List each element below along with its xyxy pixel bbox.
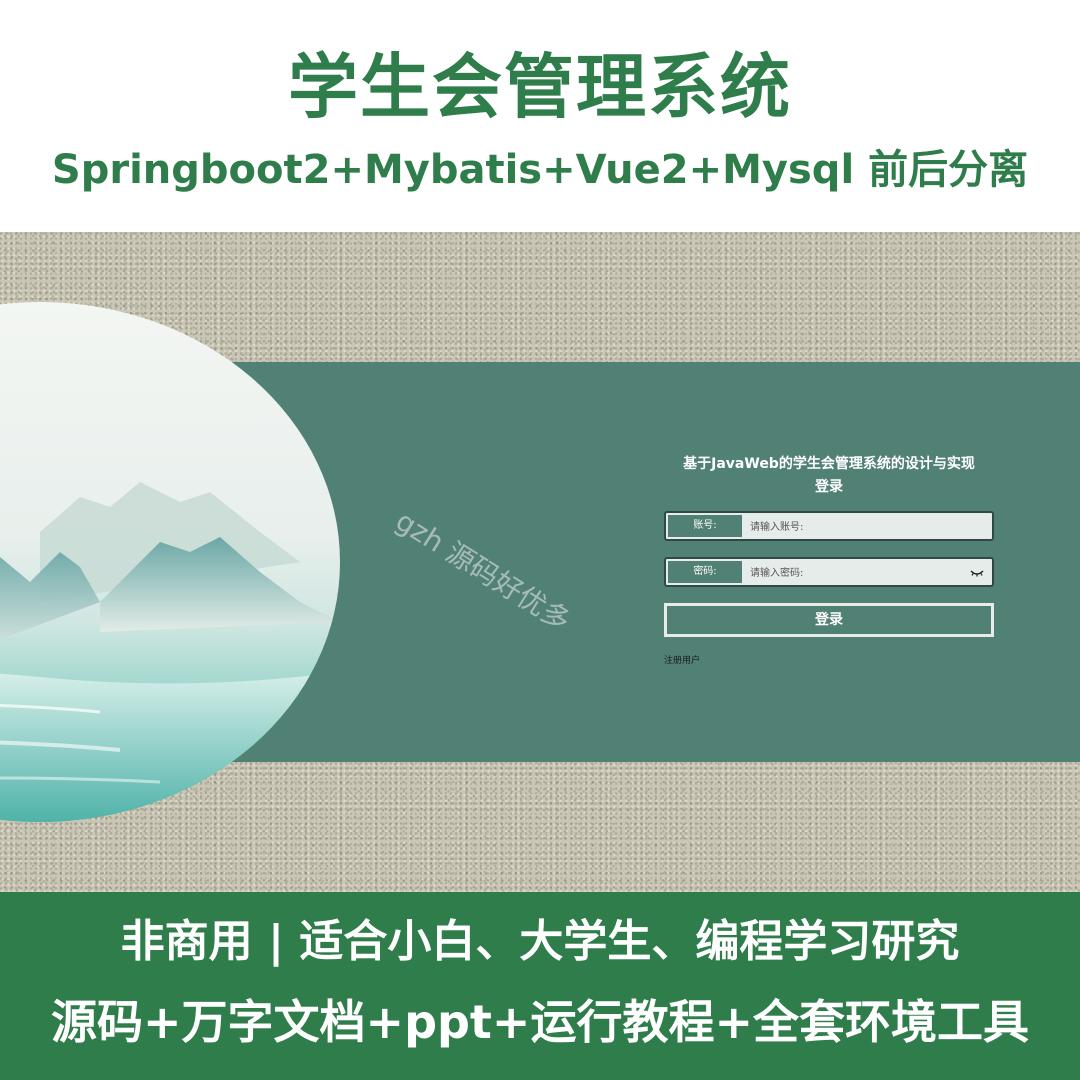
promo-footer: 非商用 | 适合小白、大学生、编程学习研究 源码+万字文档+ppt+运行教程+全… [0, 892, 1080, 1080]
footer-package-contents: 源码+万字文档+ppt+运行教程+全套环境工具 [50, 995, 1030, 1049]
account-label: 账号: [668, 515, 742, 537]
password-input[interactable] [748, 562, 972, 584]
eye-closed-icon[interactable] [970, 565, 984, 579]
mountain-landscape-image [0, 482, 340, 822]
login-heading: 登录 [815, 479, 843, 495]
landscape-illustration [0, 302, 340, 822]
account-field[interactable]: 账号: [664, 511, 994, 541]
login-button[interactable]: 登录 [664, 603, 994, 637]
password-field[interactable]: 密码: [664, 557, 994, 587]
login-system-title: 基于JavaWeb的学生会管理系统的设计与实现 [683, 456, 975, 472]
account-input[interactable] [748, 516, 972, 538]
promo-subtitle: Springboot2+Mybatis+Vue2+Mysql 前后分离 [51, 147, 1029, 193]
register-link[interactable]: 注册用户 [664, 653, 700, 666]
login-panel: 基于JavaWeb的学生会管理系统的设计与实现 登录 账号: 密码: 登录 注册… [664, 454, 994, 667]
promo-title: 学生会管理系统 [288, 46, 792, 128]
promo-header: 学生会管理系统 Springboot2+Mybatis+Vue2+Mysql 前… [0, 0, 1080, 232]
password-label: 密码: [668, 561, 742, 583]
footer-usage-note: 非商用 | 适合小白、大学生、编程学习研究 [120, 916, 960, 967]
login-screenshot: gzh 源码好优多 基于JavaWeb的学生会管理系统的设计与实现 登录 账号:… [0, 232, 1080, 892]
